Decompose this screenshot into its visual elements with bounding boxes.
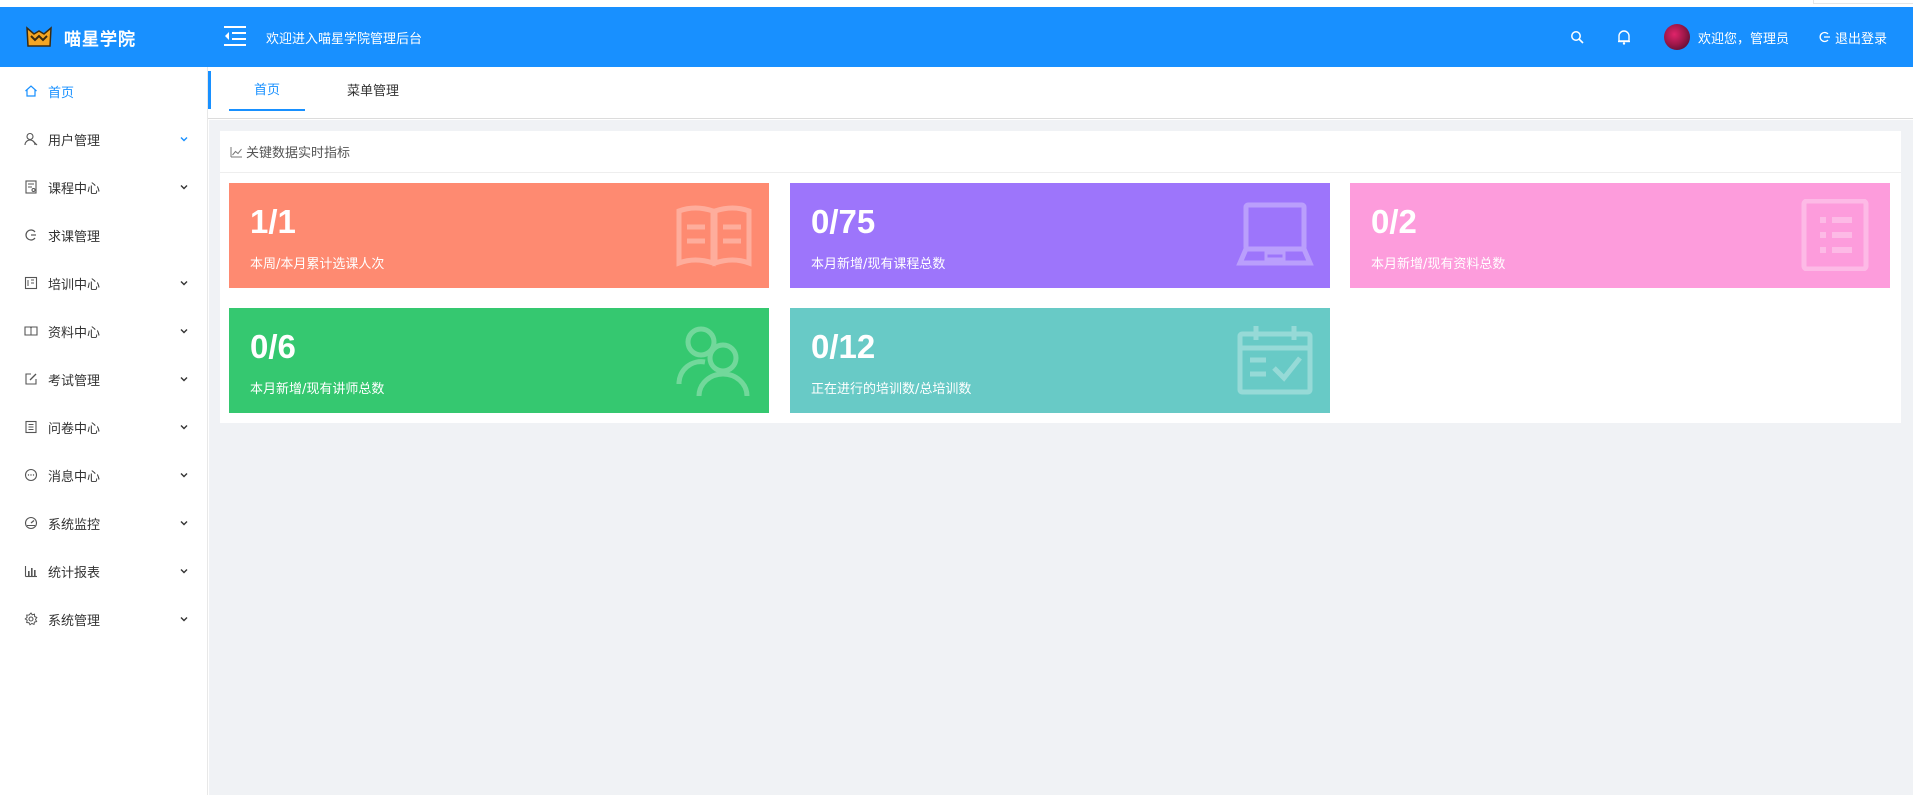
chevron-down-icon: [180, 281, 188, 286]
course-icon: [24, 180, 38, 194]
sidebar-item-label: 资料中心: [48, 325, 101, 341]
sidebar-item-label: 培训中心: [48, 277, 101, 293]
sidebar: 首页 用户管理 课程中心 求课管理 培训中心 资料中心 考试管理 问卷中心 消息…: [0, 67, 208, 795]
bell-icon[interactable]: [1614, 27, 1634, 47]
stat-value: 0/75: [811, 203, 876, 240]
chevron-down-icon: [180, 473, 188, 478]
tab-bar: 首页 菜单管理: [208, 67, 1913, 119]
sidebar-item-label: 考试管理: [48, 373, 101, 389]
chevron-down-icon: [180, 521, 188, 526]
chevron-down-icon: [180, 617, 188, 622]
stat-value: 1/1: [250, 203, 296, 240]
sidebar-item-requests[interactable]: 求课管理: [0, 211, 207, 259]
panel-title: 关键数据实时指标: [246, 146, 351, 161]
edit-icon: [24, 372, 38, 386]
chevron-down-icon: [180, 185, 188, 190]
sidebar-item-reports[interactable]: 统计报表: [0, 547, 207, 595]
open-book-icon: [676, 205, 752, 267]
sidebar-item-training[interactable]: 培训中心: [0, 259, 207, 307]
chevron-down-icon: [180, 137, 188, 142]
main-content: 关键数据实时指标 1/1 本周/本月累计选课人次 0/75 本月新增/现有课程总…: [209, 120, 1913, 795]
stat-value: 0/2: [1371, 203, 1417, 240]
welcome-text: 欢迎进入喵星学院管理后台: [266, 32, 423, 47]
home-icon: [24, 84, 38, 98]
survey-icon: [24, 420, 38, 434]
tab-home[interactable]: 首页: [229, 67, 305, 111]
sidebar-item-label: 问卷中心: [48, 421, 101, 437]
stat-card-resources[interactable]: 0/2 本月新增/现有资料总数: [1350, 183, 1890, 288]
line-chart-icon: [230, 146, 242, 157]
user-icon: [24, 132, 38, 146]
cat-logo-icon: [26, 26, 52, 47]
request-icon: [24, 228, 38, 242]
chevron-down-icon: [180, 425, 188, 430]
stat-card-enrollments[interactable]: 1/1 本周/本月累计选课人次: [229, 183, 769, 288]
stat-value: 0/12: [811, 328, 876, 365]
book-icon: [24, 324, 38, 338]
user-greeting[interactable]: 欢迎您，管理员: [1698, 28, 1789, 47]
sidebar-item-label: 首页: [48, 85, 75, 101]
sidebar-item-exams[interactable]: 考试管理: [0, 355, 207, 403]
sidebar-item-users[interactable]: 用户管理: [0, 115, 207, 163]
stat-label: 本月新增/现有讲师总数: [250, 382, 385, 397]
sidebar-item-home[interactable]: 首页: [0, 67, 207, 115]
bar-chart-icon: [24, 564, 38, 578]
stat-card-trainings[interactable]: 0/12 正在进行的培训数/总培训数: [790, 308, 1330, 413]
gear-icon: [24, 612, 38, 626]
sidebar-item-label: 系统管理: [48, 613, 101, 629]
stat-label: 正在进行的培训数/总培训数: [811, 382, 972, 397]
metrics-panel: 关键数据实时指标 1/1 本周/本月累计选课人次 0/75 本月新增/现有课程总…: [220, 131, 1901, 423]
training-icon: [24, 276, 38, 290]
calendar-check-icon: [1237, 326, 1313, 395]
panel-header: 关键数据实时指标: [220, 131, 1901, 173]
sidebar-item-courses[interactable]: 课程中心: [0, 163, 207, 211]
logout-button[interactable]: 退出登录: [1819, 28, 1887, 47]
chevron-down-icon: [180, 377, 188, 382]
sidebar-item-label: 用户管理: [48, 133, 101, 149]
stat-card-instructors[interactable]: 0/6 本月新增/现有讲师总数: [229, 308, 769, 413]
app-header: 喵星学院 欢迎进入喵星学院管理后台 欢迎您，管理员 退出登录: [0, 7, 1913, 67]
top-strip-edge: [1813, 0, 1913, 4]
avatar[interactable]: [1663, 24, 1690, 50]
menu-fold-icon[interactable]: [224, 25, 248, 47]
header-actions: 欢迎您，管理员 退出登录: [1567, 7, 1913, 67]
sidebar-item-monitoring[interactable]: 系统监控: [0, 499, 207, 547]
tab-bar-accent: [208, 71, 211, 109]
sidebar-item-surveys[interactable]: 问卷中心: [0, 403, 207, 451]
list-doc-icon: [1801, 199, 1869, 271]
tab-menu-management[interactable]: 菜单管理: [338, 67, 408, 111]
sidebar-item-label: 消息中心: [48, 469, 101, 485]
sidebar-item-label: 系统监控: [48, 517, 101, 533]
logout-label: 退出登录: [1834, 31, 1887, 47]
sidebar-item-label: 课程中心: [48, 181, 101, 197]
search-icon[interactable]: [1567, 27, 1587, 47]
stat-card-courses[interactable]: 0/75 本月新增/现有课程总数: [790, 183, 1330, 288]
sidebar-item-label: 求课管理: [48, 229, 101, 245]
brand-name: 喵星学院: [64, 29, 136, 50]
sidebar-item-resources[interactable]: 资料中心: [0, 307, 207, 355]
sidebar-item-messages[interactable]: 消息中心: [0, 451, 207, 499]
sidebar-item-label: 统计报表: [48, 565, 101, 581]
chevron-down-icon: [180, 569, 188, 574]
top-strip: [0, 0, 1913, 7]
chevron-down-icon: [180, 329, 188, 334]
dashboard-icon: [24, 516, 38, 530]
sidebar-item-system[interactable]: 系统管理: [0, 595, 207, 643]
stat-label: 本月新增/现有课程总数: [811, 257, 946, 272]
message-icon: [24, 468, 38, 482]
stat-label: 本月新增/现有资料总数: [1371, 257, 1506, 272]
stat-label: 本周/本月累计选课人次: [250, 257, 385, 272]
logout-icon: [1819, 31, 1830, 43]
stat-value: 0/6: [250, 328, 296, 365]
laptop-icon: [1236, 202, 1314, 266]
users-icon: [676, 326, 750, 396]
brand[interactable]: 喵星学院: [0, 7, 208, 67]
